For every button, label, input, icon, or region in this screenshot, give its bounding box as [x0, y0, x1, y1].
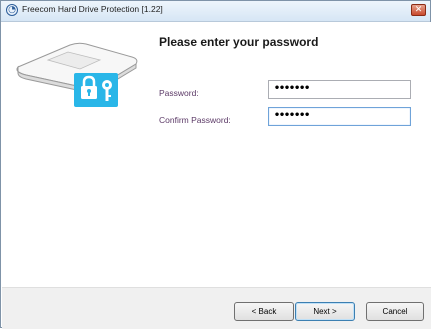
password-input[interactable]: ••••••• [268, 80, 411, 99]
title-bar: ◔ Freecom Hard Drive Protection [1.22] ✕ [1, 1, 430, 22]
back-button[interactable]: < Back [234, 302, 294, 321]
next-button[interactable]: Next > [295, 302, 355, 321]
hard-drive-lock-icon [16, 42, 138, 107]
confirm-password-input[interactable]: ••••••• [268, 107, 411, 126]
confirm-password-label: Confirm Password: [159, 115, 231, 125]
window-title: Freecom Hard Drive Protection [1.22] [22, 4, 163, 14]
button-bar: < Back Next > Cancel [2, 287, 431, 329]
app-icon: ◔ [6, 4, 18, 16]
close-button[interactable]: ✕ [411, 4, 426, 16]
page-heading: Please enter your password [159, 35, 319, 49]
content-area: Please enter your password Password: •••… [2, 22, 431, 287]
password-label: Password: [159, 88, 199, 98]
dialog-window: ◔ Freecom Hard Drive Protection [1.22] ✕… [0, 0, 431, 329]
cancel-button[interactable]: Cancel [366, 302, 424, 321]
